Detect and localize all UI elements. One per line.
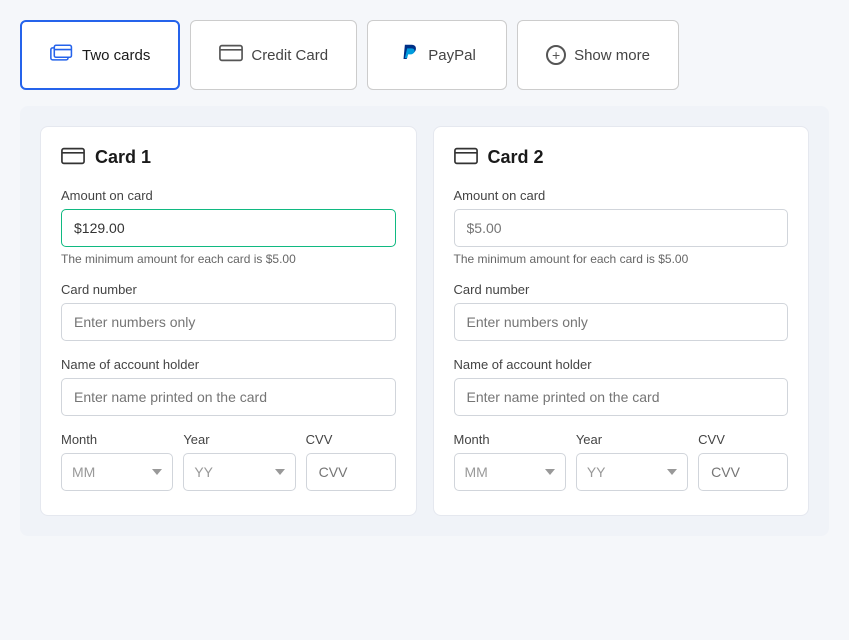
tab-two-cards-label: Two cards	[82, 47, 150, 64]
card2-number-group: Card number	[454, 282, 789, 341]
card2-month-select[interactable]: MM 010203 040506 070809 101112	[454, 453, 566, 491]
two-cards-icon	[50, 44, 74, 66]
tab-credit-card-label: Credit Card	[251, 47, 328, 64]
card1-header: Card 1	[61, 147, 396, 168]
card2-amount-input[interactable]	[454, 209, 789, 247]
tab-show-more-label: Show more	[574, 47, 650, 64]
card1-month-label: Month	[61, 432, 173, 447]
card1-month-select[interactable]: MM 010203 040506 070809 101112	[61, 453, 173, 491]
card1-amount-label: Amount on card	[61, 188, 396, 203]
card2-cvv-input[interactable]	[698, 453, 788, 491]
card2-cvv-label: CVV	[698, 432, 788, 447]
card2-date-cvv-row: Month MM 010203 040506 070809 101112 Yea…	[454, 432, 789, 491]
card1-amount-group: Amount on card The minimum amount for ea…	[61, 188, 396, 266]
card2-amount-hint: The minimum amount for each card is $5.0…	[454, 252, 789, 266]
paypal-icon	[398, 42, 420, 68]
card1-holder-group: Name of account holder	[61, 357, 396, 416]
card1-amount-input[interactable]	[61, 209, 396, 247]
card2-amount-label: Amount on card	[454, 188, 789, 203]
card2-cvv-group: CVV	[698, 432, 788, 491]
card2-number-input[interactable]	[454, 303, 789, 341]
card1-year-label: Year	[183, 432, 295, 447]
card2-icon	[454, 147, 478, 168]
card1-number-label: Card number	[61, 282, 396, 297]
card1-year-select[interactable]: YY 242526 272829	[183, 453, 295, 491]
plus-circle-icon: +	[546, 45, 566, 65]
credit-card-icon	[219, 44, 243, 66]
card1-holder-input[interactable]	[61, 378, 396, 416]
tab-two-cards[interactable]: Two cards	[20, 20, 180, 90]
card1-icon	[61, 147, 85, 168]
payment-tabs: Two cards Credit Card PayPal + Show more	[20, 20, 829, 90]
card2-holder-input[interactable]	[454, 378, 789, 416]
card2-panel: Card 2 Amount on card The minimum amount…	[433, 126, 810, 516]
card1-amount-hint: The minimum amount for each card is $5.0…	[61, 252, 396, 266]
card2-amount-group: Amount on card The minimum amount for ea…	[454, 188, 789, 266]
card1-cvv-group: CVV	[306, 432, 396, 491]
card2-year-select[interactable]: YY 242526 272829	[576, 453, 688, 491]
cards-container: Card 1 Amount on card The minimum amount…	[20, 106, 829, 536]
card1-cvv-label: CVV	[306, 432, 396, 447]
card1-title: Card 1	[95, 147, 151, 168]
card1-panel: Card 1 Amount on card The minimum amount…	[40, 126, 417, 516]
card2-header: Card 2	[454, 147, 789, 168]
tab-paypal[interactable]: PayPal	[367, 20, 507, 90]
card2-month-group: Month MM 010203 040506 070809 101112	[454, 432, 566, 491]
card2-year-label: Year	[576, 432, 688, 447]
card1-number-group: Card number	[61, 282, 396, 341]
card2-year-group: Year YY 242526 272829	[576, 432, 688, 491]
card2-holder-group: Name of account holder	[454, 357, 789, 416]
card1-month-group: Month MM 010203 040506 070809 101112	[61, 432, 173, 491]
card1-holder-label: Name of account holder	[61, 357, 396, 372]
card2-title: Card 2	[488, 147, 544, 168]
tab-show-more[interactable]: + Show more	[517, 20, 679, 90]
card1-year-group: Year YY 242526 272829	[183, 432, 295, 491]
tab-credit-card[interactable]: Credit Card	[190, 20, 357, 90]
card1-cvv-input[interactable]	[306, 453, 396, 491]
card2-month-label: Month	[454, 432, 566, 447]
card2-holder-label: Name of account holder	[454, 357, 789, 372]
tab-paypal-label: PayPal	[428, 47, 476, 64]
card2-number-label: Card number	[454, 282, 789, 297]
card1-date-cvv-row: Month MM 010203 040506 070809 101112 Yea…	[61, 432, 396, 491]
card1-number-input[interactable]	[61, 303, 396, 341]
